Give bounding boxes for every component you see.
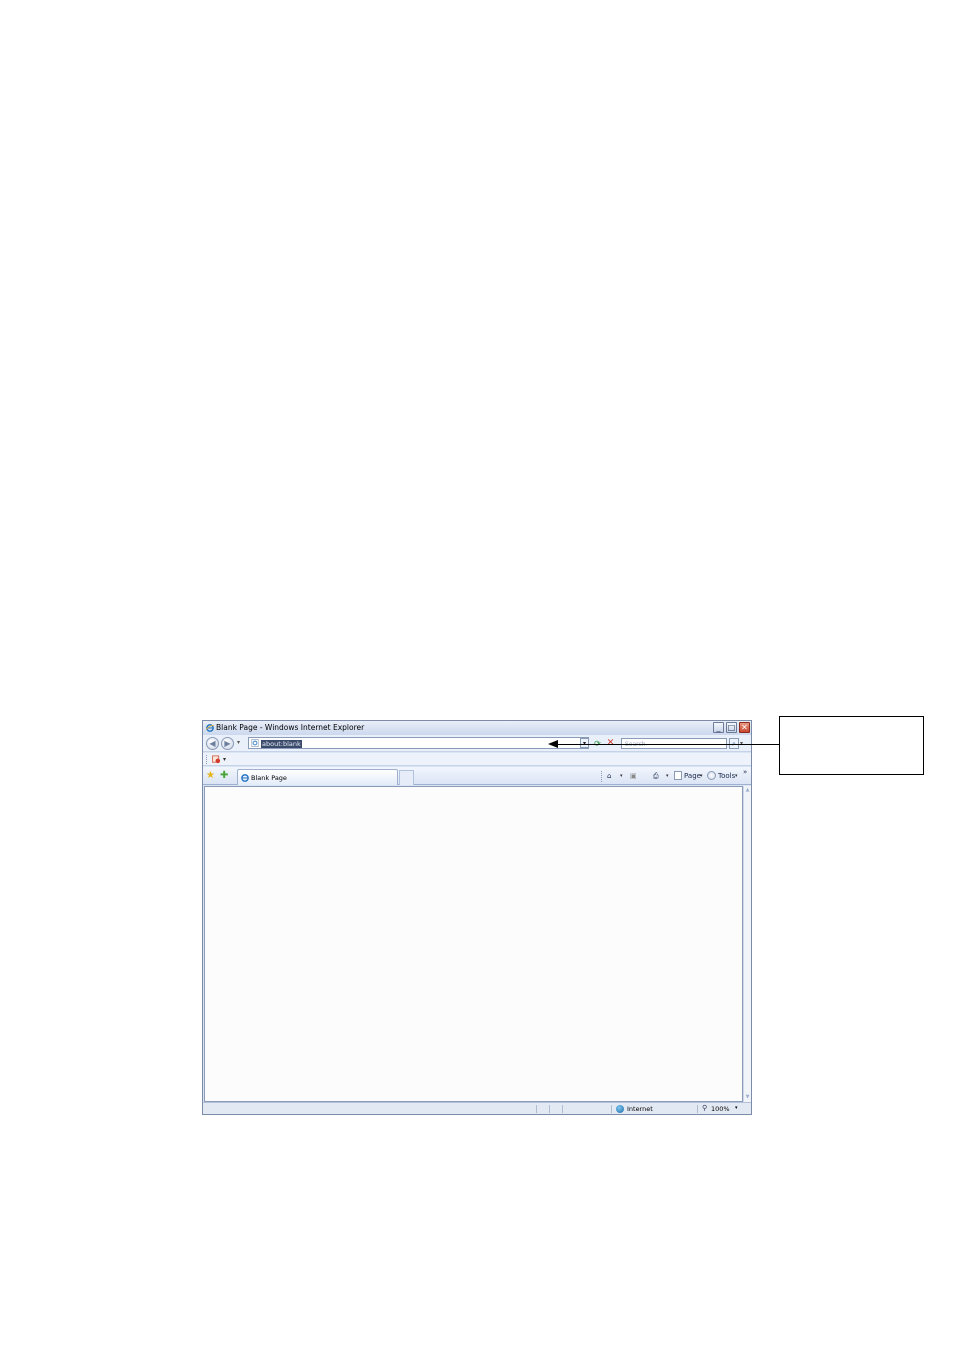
callout-box: [779, 716, 924, 775]
internet-globe-icon: [616, 1105, 624, 1113]
tab-blank-page[interactable]: Blank Page: [237, 769, 398, 785]
forward-arrow-icon: ▶: [224, 739, 231, 748]
feeds-icon[interactable]: ▣: [630, 771, 637, 781]
back-button[interactable]: ◀: [206, 737, 219, 750]
maximize-button[interactable]: □: [726, 722, 737, 733]
chevron-down-icon[interactable]: ▾: [223, 756, 226, 763]
callout-arrow-icon: [548, 740, 558, 748]
scroll-down-icon[interactable]: ▼: [744, 1093, 751, 1101]
status-divider: [536, 1105, 537, 1113]
title-bar[interactable]: Blank Page - Windows Internet Explorer _…: [203, 721, 751, 735]
chevron-down-icon[interactable]: ▾: [735, 1105, 738, 1111]
chevron-down-icon[interactable]: ▾: [700, 771, 703, 781]
status-divider: [549, 1105, 550, 1113]
toolbar-grip[interactable]: [206, 755, 208, 764]
new-tab-button[interactable]: [399, 770, 414, 785]
address-bar[interactable]: about:blank: [248, 737, 589, 749]
window-title: Blank Page - Windows Internet Explorer: [216, 723, 365, 732]
status-divider: [611, 1105, 612, 1113]
minimize-button[interactable]: _: [713, 722, 724, 733]
vertical-scrollbar[interactable]: ▲ ▼: [743, 786, 751, 1102]
ie-logo-icon: [241, 774, 249, 782]
add-favorite-icon[interactable]: ✚: [220, 770, 228, 781]
security-zone-label: Internet: [627, 1105, 653, 1113]
favorites-star-icon[interactable]: ★: [206, 770, 215, 781]
overflow-chevron-icon[interactable]: »: [743, 767, 747, 777]
zoom-level[interactable]: 100%: [711, 1106, 730, 1113]
page-menu-button[interactable]: Page: [684, 771, 701, 781]
gear-icon: [707, 771, 716, 780]
chevron-down-icon[interactable]: ▾: [666, 771, 669, 781]
chevron-down-icon[interactable]: ▾: [735, 771, 738, 781]
page-icon: [674, 771, 682, 780]
tools-menu-button[interactable]: Tools: [718, 771, 735, 781]
tab-label: Blank Page: [251, 774, 287, 782]
address-input[interactable]: about:blank: [261, 740, 302, 748]
print-icon[interactable]: ⎙: [653, 771, 659, 781]
page-ie-icon: [251, 739, 259, 747]
close-button[interactable]: ✕: [739, 722, 750, 733]
zoom-icon[interactable]: ⚲: [702, 1104, 707, 1112]
address-dropdown-button[interactable]: ▾: [580, 738, 589, 748]
forward-button[interactable]: ▶: [221, 737, 234, 750]
addon-icon[interactable]: [212, 755, 221, 764]
status-divider: [697, 1105, 698, 1113]
command-bar: ★ ✚ Blank Page ⌂ ▾ ▣ ⎙ ▾ Page ▾ Tools ▾ …: [203, 767, 751, 785]
callout-line: [558, 744, 779, 745]
home-icon[interactable]: ⌂: [607, 771, 611, 781]
minimize-icon: _: [716, 723, 721, 732]
ie-window: Blank Page - Windows Internet Explorer _…: [202, 720, 752, 1115]
status-divider: [562, 1105, 563, 1113]
scroll-up-icon[interactable]: ▲: [744, 786, 751, 794]
links-bar: ▾: [203, 753, 751, 766]
ie-logo-icon: [206, 724, 214, 732]
status-bar: Internet ⚲ 100% ▾: [203, 1102, 751, 1114]
maximize-icon: □: [727, 723, 736, 732]
toolbar-separator: [601, 771, 602, 782]
back-arrow-icon: ◀: [209, 739, 216, 748]
chevron-down-icon[interactable]: ▾: [620, 771, 623, 781]
stop-icon: ✕: [606, 738, 615, 748]
close-icon: ✕: [741, 723, 748, 732]
page-content-area[interactable]: [204, 786, 743, 1102]
recent-pages-dropdown-icon[interactable]: ▾: [237, 739, 240, 746]
